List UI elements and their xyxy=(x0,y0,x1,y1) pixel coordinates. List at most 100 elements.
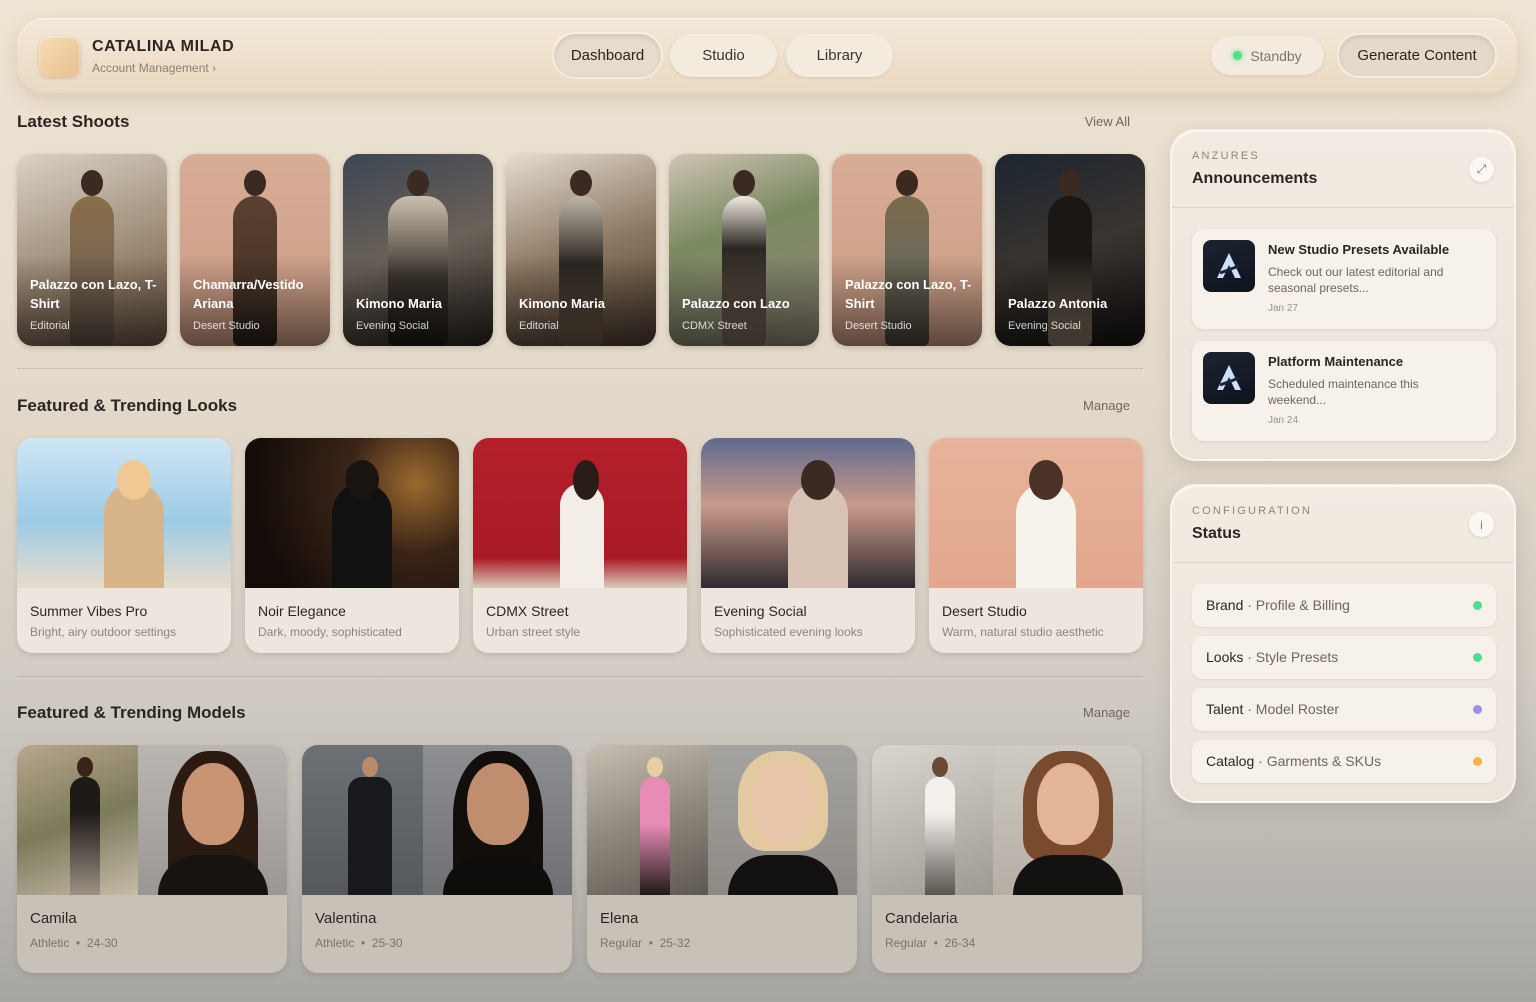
look-image xyxy=(473,438,687,588)
view-all-link[interactable]: View All xyxy=(1085,114,1130,129)
look-desc: Bright, airy outdoor settings xyxy=(30,625,177,639)
looks-title: Featured & Trending Looks xyxy=(17,396,238,415)
look-card[interactable]: Desert Studio Warm, natural studio aesth… xyxy=(929,438,1143,653)
look-name: CDMX Street xyxy=(486,603,569,619)
model-age-range: 24-30 xyxy=(86,936,118,950)
looks-manage-link[interactable]: Manage xyxy=(1083,398,1130,413)
model-age-range: 26-34 xyxy=(944,936,976,950)
nav-dashboard-button[interactable]: Dashboard xyxy=(554,34,661,77)
status-row-catalog[interactable]: Catalog · Garments & SKUs xyxy=(1192,740,1496,783)
look-card[interactable]: CDMX Street Urban street style xyxy=(473,438,687,653)
model-full-body-image xyxy=(872,745,1007,895)
announcements-title: Announcements xyxy=(1192,170,1318,187)
looks-list: Summer Vibes Pro Bright, airy outdoor se… xyxy=(17,438,1143,653)
status-label-main: Catalog xyxy=(1206,753,1255,769)
shoot-card[interactable]: Palazzo con Lazo, T-Shirt Editorial xyxy=(17,154,167,346)
shoot-card[interactable]: Palazzo con Lazo, T-Shirt Desert Studio xyxy=(832,154,982,346)
shoot-title: Palazzo con Lazo, T-Shirt xyxy=(845,277,972,311)
model-card[interactable]: Candelaria Regular • 26-34 xyxy=(872,745,1142,973)
model-meta: Athletic • 25-30 xyxy=(315,936,403,950)
shoot-title: Chamarra/Vestido Ariana xyxy=(193,277,304,311)
shoot-subtitle: Editorial xyxy=(30,320,70,332)
look-image xyxy=(701,438,915,588)
standby-label: Standby xyxy=(1250,47,1302,64)
shoot-title: Palazzo con Lazo xyxy=(682,296,790,311)
model-full-body-image xyxy=(17,745,152,895)
look-image xyxy=(929,438,1143,588)
top-bar: CATALINA MILAD Account Management › Dash… xyxy=(17,18,1517,93)
avatar[interactable] xyxy=(39,36,80,77)
nav-library-button[interactable]: Library xyxy=(786,34,893,77)
announcement-date: Jan 24 xyxy=(1268,415,1299,426)
shoot-card[interactable]: Kimono Maria Editorial xyxy=(506,154,656,346)
look-card[interactable]: Evening Social Sophisticated evening loo… xyxy=(701,438,915,653)
brand-logo-icon xyxy=(1203,352,1255,404)
announcement-text: Scheduled maintenance this weekend... xyxy=(1268,377,1419,407)
shoot-card[interactable]: Palazzo con Lazo CDMX Street xyxy=(669,154,819,346)
model-type: Regular xyxy=(885,936,928,950)
status-dot xyxy=(1473,757,1482,766)
models-title: Featured & Trending Models xyxy=(17,703,246,722)
look-name: Noir Elegance xyxy=(258,603,346,619)
status-label: Catalog · Garments & SKUs xyxy=(1206,753,1381,769)
look-card[interactable]: Noir Elegance Dark, moody, sophisticated xyxy=(245,438,459,653)
look-card[interactable]: Summer Vibes Pro Bright, airy outdoor se… xyxy=(17,438,231,653)
status-row-brand[interactable]: Brand · Profile & Billing xyxy=(1192,584,1496,627)
shoot-card[interactable]: Chamarra/Vestido Ariana Desert Studio xyxy=(180,154,330,346)
status-label-sub: · Model Roster xyxy=(1243,701,1340,717)
generate-content-button[interactable]: Generate Content xyxy=(1337,33,1497,78)
look-desc: Warm, natural studio aesthetic xyxy=(942,625,1104,639)
status-label: Looks · Style Presets xyxy=(1206,649,1338,665)
status-dot xyxy=(1473,653,1482,662)
model-age-range: 25-32 xyxy=(659,936,691,950)
model-age-range: 25-30 xyxy=(371,936,403,950)
look-desc: Dark, moody, sophisticated xyxy=(258,625,402,639)
shoot-subtitle: CDMX Street xyxy=(682,320,747,332)
account-name: CATALINA MILAD xyxy=(92,38,235,55)
model-card[interactable]: Elena Regular • 25-32 xyxy=(587,745,857,973)
model-meta: Regular • 26-34 xyxy=(885,936,976,950)
status-label-sub: · Garments & SKUs xyxy=(1254,753,1382,769)
info-icon[interactable]: i xyxy=(1469,512,1494,537)
brand-logo-icon xyxy=(1203,240,1255,292)
status-label-sub: · Style Presets xyxy=(1243,649,1339,665)
announcement-date: Jan 27 xyxy=(1268,303,1299,314)
section-divider xyxy=(17,676,1143,677)
latest-shoots-list: Palazzo con Lazo, T-Shirt Editorial Cham… xyxy=(17,154,1145,346)
status-dot xyxy=(1473,705,1482,714)
model-card[interactable]: Valentina Athletic • 25-30 xyxy=(302,745,572,973)
announcement-item[interactable]: New Studio Presets Available Check out o… xyxy=(1192,229,1496,329)
nav-studio-button[interactable]: Studio xyxy=(670,34,777,77)
expand-icon[interactable]: ⤢ xyxy=(1469,157,1494,182)
configuration-panel: CONFIGURATION Status i Brand · Profile &… xyxy=(1170,484,1516,803)
models-manage-link[interactable]: Manage xyxy=(1083,705,1130,720)
announcement-item[interactable]: Platform Maintenance Scheduled maintenan… xyxy=(1192,341,1496,441)
latest-shoots-title: Latest Shoots xyxy=(17,112,130,131)
model-full-body-image xyxy=(302,745,437,895)
shoot-title: Kimono Maria xyxy=(356,296,442,311)
section-divider xyxy=(17,368,1143,369)
models-list: Camila Athletic • 24-30 Valentina Athlet… xyxy=(17,745,1142,973)
announcement-title: Platform Maintenance xyxy=(1268,354,1404,369)
shoot-title: Kimono Maria xyxy=(519,296,605,311)
status-label-main: Brand xyxy=(1206,597,1244,613)
model-type: Athletic xyxy=(30,936,70,950)
shoot-card[interactable]: Palazzo Antonia Evening Social xyxy=(995,154,1145,346)
model-portrait-image xyxy=(708,745,857,895)
look-image xyxy=(17,438,231,588)
status-label: Talent · Model Roster xyxy=(1206,701,1339,717)
shoot-subtitle: Editorial xyxy=(519,320,559,332)
account-management-link[interactable]: Account Management › xyxy=(92,61,216,75)
standby-status-pill[interactable]: Standby xyxy=(1211,36,1324,75)
model-card[interactable]: Camila Athletic • 24-30 xyxy=(17,745,287,973)
configuration-title: Status xyxy=(1192,525,1241,542)
main-nav: Dashboard Studio Library xyxy=(554,34,893,77)
model-portrait-image xyxy=(993,745,1142,895)
shoot-card[interactable]: Kimono Maria Evening Social xyxy=(343,154,493,346)
model-name: Elena xyxy=(600,910,639,927)
model-meta: Regular • 25-32 xyxy=(600,936,691,950)
status-row-looks[interactable]: Looks · Style Presets xyxy=(1192,636,1496,679)
panel-divider xyxy=(1172,562,1514,563)
status-row-talent[interactable]: Talent · Model Roster xyxy=(1192,688,1496,731)
model-type: Athletic xyxy=(315,936,355,950)
